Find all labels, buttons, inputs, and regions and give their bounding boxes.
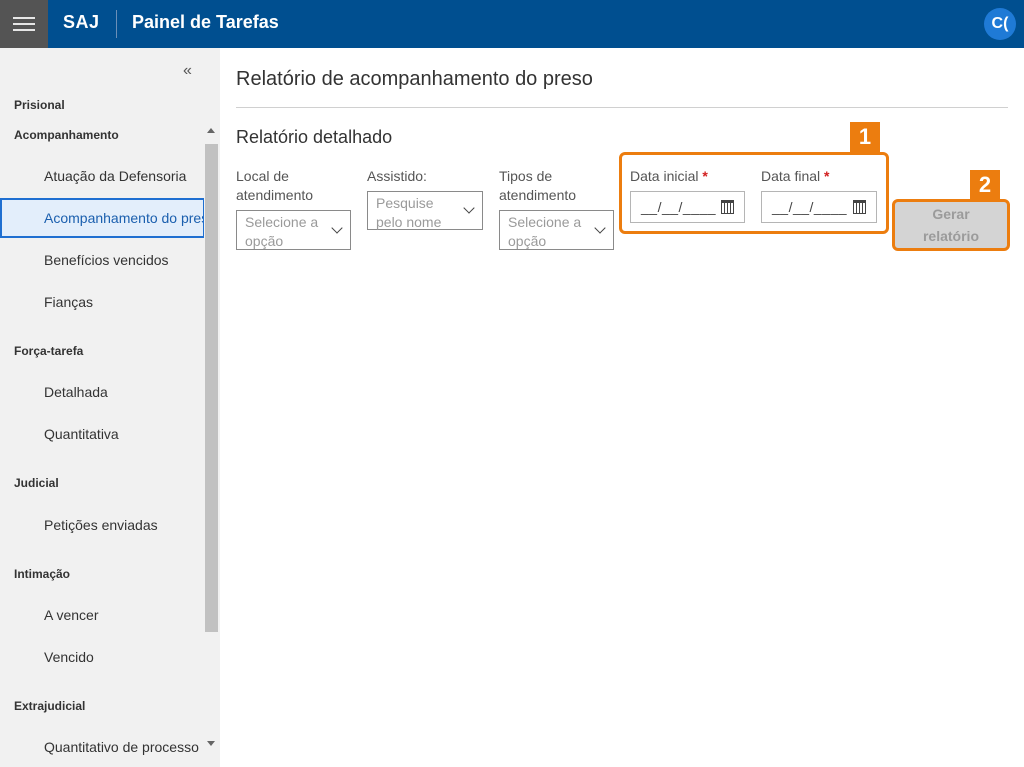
- local-atendimento-select[interactable]: Selecione a opção: [236, 210, 351, 250]
- tipos-atendimento-label: Tipos de atendimento: [499, 168, 577, 203]
- page-title: Relatório de acompanhamento do preso: [236, 68, 593, 90]
- sidebar-section-extrajudicial: Extrajudicial: [14, 699, 86, 713]
- brand-logo[interactable]: SAJ: [63, 12, 100, 33]
- annotation-highlight-dates: [619, 152, 889, 234]
- annotation-highlight-button: [892, 199, 1010, 251]
- sidebar-item-vencido[interactable]: Vencido: [44, 649, 94, 665]
- app-title: Painel de Tarefas: [132, 12, 279, 32]
- sidebar: « Prisional Acompanhamento Atuação da De…: [0, 48, 220, 767]
- sidebar-section-forca-tarefa: Força-tarefa: [14, 344, 84, 358]
- chevron-down-icon: [331, 222, 343, 234]
- assistido-search-select[interactable]: Pesquise pelo nome: [367, 191, 483, 230]
- section-subtitle: Relatório detalhado: [236, 127, 393, 147]
- assistido-label: Assistido:: [367, 168, 427, 184]
- hamburger-menu-icon[interactable]: [0, 0, 48, 48]
- user-avatar[interactable]: C(: [984, 8, 1016, 40]
- sidebar-item-peticoes-enviadas[interactable]: Petições enviadas: [44, 517, 158, 533]
- chevron-down-icon: [594, 222, 606, 234]
- sidebar-item-acompanhamento-preso[interactable]: Acompanhamento do preso: [0, 198, 205, 238]
- local-atendimento-placeholder: Selecione a opção: [245, 214, 319, 249]
- tipos-atendimento-placeholder: Selecione a opção: [508, 214, 582, 249]
- top-bar: SAJ Painel de Tarefas C(: [0, 0, 1024, 48]
- scroll-up-arrow-icon[interactable]: [207, 128, 215, 133]
- sidebar-section-judicial: Judicial: [14, 476, 59, 490]
- sidebar-item-detalhada[interactable]: Detalhada: [44, 384, 108, 400]
- scroll-down-arrow-icon[interactable]: [207, 741, 215, 746]
- main-content: Relatório de acompanhamento do preso Rel…: [220, 48, 1024, 767]
- sidebar-section-acompanhamento: Acompanhamento: [14, 128, 119, 142]
- local-atendimento-label: Local de atendimento: [236, 168, 314, 203]
- tipos-atendimento-select[interactable]: Selecione a opção: [499, 210, 614, 250]
- sidebar-item-a-vencer[interactable]: A vencer: [44, 607, 98, 623]
- sidebar-scroll-thumb[interactable]: [205, 144, 218, 632]
- annotation-badge-1: 1: [850, 122, 880, 152]
- chevron-down-icon: [463, 202, 475, 214]
- sidebar-item-atuacao-defensoria[interactable]: Atuação da Defensoria: [44, 168, 186, 184]
- sidebar-item-quantitativa[interactable]: Quantitativa: [44, 426, 119, 442]
- annotation-badge-2: 2: [970, 170, 1000, 200]
- sidebar-section-prisional: Prisional: [14, 98, 65, 112]
- collapse-sidebar-icon[interactable]: «: [183, 62, 192, 80]
- sidebar-item-beneficios-vencidos[interactable]: Benefícios vencidos: [44, 252, 169, 268]
- title-divider: [236, 107, 1008, 108]
- sidebar-item-quantitativo-processo[interactable]: Quantitativo de processo: [44, 739, 199, 755]
- header-divider: [116, 10, 117, 38]
- assistido-placeholder: Pesquise pelo nome: [376, 195, 442, 230]
- sidebar-section-intimacao: Intimação: [14, 567, 71, 581]
- sidebar-item-fiancas[interactable]: Fianças: [44, 294, 93, 310]
